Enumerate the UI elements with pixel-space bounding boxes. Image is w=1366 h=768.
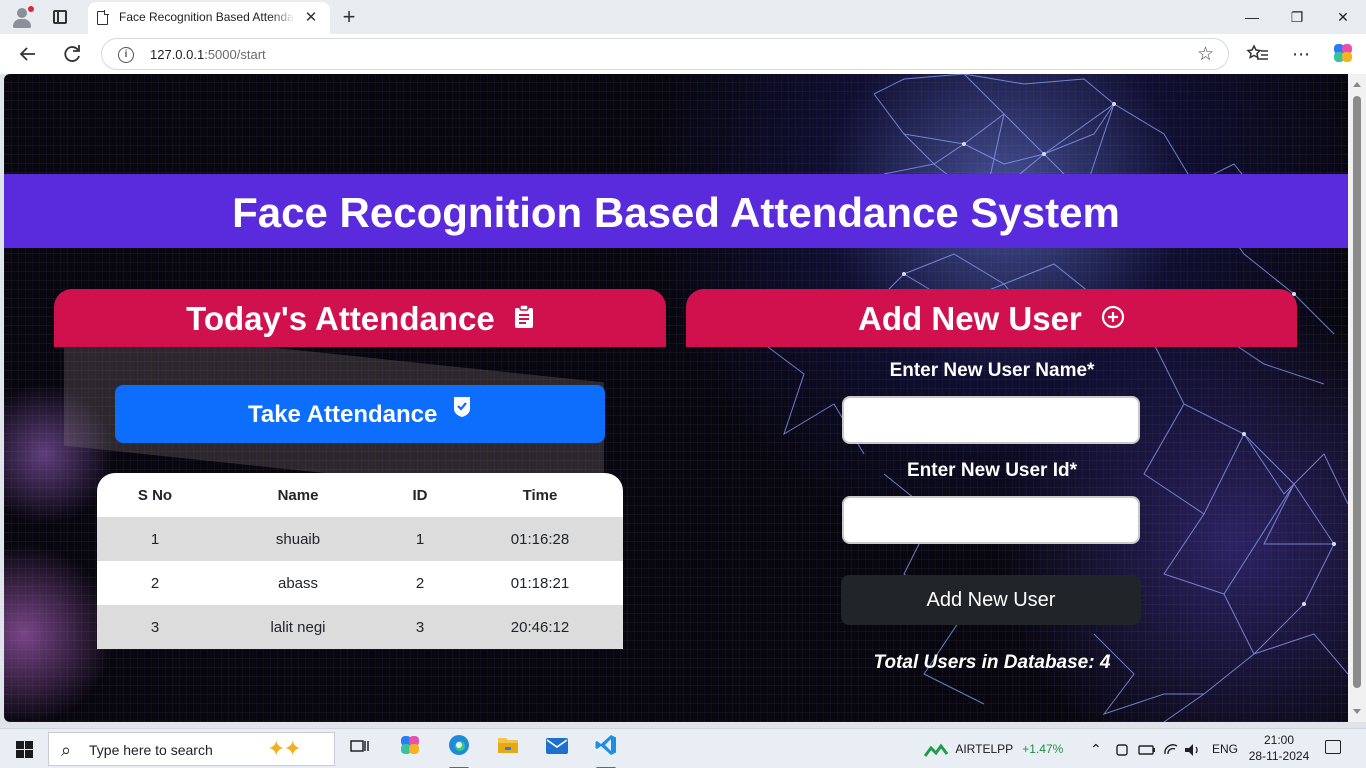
user-name-input[interactable] (842, 396, 1140, 444)
notification-icon[interactable] (1325, 740, 1341, 754)
take-attendance-button[interactable]: Take Attendance (115, 385, 605, 443)
table-row: 2 abass 2 01:18:21 (97, 561, 623, 605)
mail-icon[interactable] (537, 733, 577, 767)
favorites-icon[interactable] (1245, 41, 1271, 67)
star-icon[interactable]: ☆ (1197, 43, 1214, 66)
page-icon (97, 10, 109, 25)
scroll-up-icon[interactable] (1353, 82, 1361, 87)
shield-check-icon (452, 381, 472, 441)
attendance-table: S No Name ID Time 1 shuaib 1 01:16:28 2 … (97, 473, 623, 649)
cell-sno: 3 (97, 605, 213, 649)
clipboard-check-icon (514, 288, 534, 348)
scroll-thumb[interactable] (1353, 96, 1361, 688)
column-header-sno: S No (97, 473, 213, 517)
url-text: 127.0.0.1:5000/start (150, 47, 266, 62)
cell-sno: 1 (97, 517, 213, 561)
column-header-name: Name (213, 473, 383, 517)
refresh-icon[interactable] (59, 41, 85, 67)
search-icon: ⌕ (61, 740, 72, 760)
add-user-panel-header: Add New User (686, 289, 1297, 347)
user-id-input[interactable] (842, 496, 1140, 544)
copilot-app-icon[interactable] (390, 733, 430, 767)
column-header-id: ID (383, 473, 457, 517)
new-tab-button[interactable]: + (338, 4, 360, 30)
cell-id: 1 (383, 517, 457, 561)
attendance-panel-header: Today's Attendance (54, 289, 666, 347)
user-name-label: Enter New User Name* (889, 360, 1095, 381)
windows-start-icon[interactable] (16, 741, 33, 758)
network-status[interactable]: AIRTELPP +1.47% (923, 729, 1064, 768)
cell-name: abass (213, 561, 383, 605)
cell-name: shuaib (213, 517, 383, 561)
file-explorer-icon[interactable] (488, 733, 528, 767)
close-window-button[interactable]: ✕ (1323, 4, 1363, 30)
network-name: AIRTELPP (955, 742, 1013, 756)
tab-actions-icon[interactable] (53, 10, 67, 24)
page-scrollbar[interactable] (1348, 74, 1366, 722)
restore-button[interactable]: ❐ (1277, 4, 1317, 30)
user-id-label: Enter New User Id* (907, 460, 1077, 481)
address-bar[interactable]: i 127.0.0.1:5000/start ☆ (101, 38, 1229, 70)
cell-id: 2 (383, 561, 457, 605)
total-users-text: Total Users in Database: 4 (873, 652, 1111, 673)
more-icon[interactable]: ⋯ (1288, 41, 1314, 67)
taskbar-search[interactable]: ⌕ Type here to search ✦✦ (48, 732, 335, 766)
table-row: 3 lalit negi 3 20:46:12 (97, 605, 623, 649)
cell-id: 3 (383, 605, 457, 649)
browser-tab[interactable]: Face Recognition Based Attendance System… (88, 2, 330, 34)
browser-toolbar: i 127.0.0.1:5000/start ☆ ⋯ (0, 34, 1366, 74)
page-header-band: Face Recognition Based Attendance System (4, 174, 1348, 248)
cell-time: 01:18:21 (457, 561, 623, 605)
copilot-icon[interactable] (1330, 41, 1356, 67)
back-icon[interactable] (15, 41, 41, 67)
browser-tab-strip: Face Recognition Based Attendance System… (0, 0, 1366, 34)
edge-icon[interactable] (439, 733, 479, 768)
clock-time: 21:00 (1263, 733, 1295, 747)
search-placeholder: Type here to search (89, 742, 213, 758)
scroll-down-icon[interactable] (1353, 709, 1361, 714)
minimize-button[interactable]: — (1232, 4, 1272, 30)
taskbar: ⌕ Type here to search ✦✦ AIRTELPP +1.47%… (0, 728, 1366, 768)
sparkle-icon: ✦✦ (267, 736, 302, 761)
profile-icon[interactable] (10, 6, 34, 28)
task-view-icon[interactable] (340, 733, 380, 767)
clock-date: 28-11-2024 (1248, 749, 1310, 763)
page-title: Face Recognition Based Attendance System (232, 189, 1120, 236)
cell-sno: 2 (97, 561, 213, 605)
add-user-heading: Add New User (858, 300, 1082, 337)
table-header-row: S No Name ID Time (97, 473, 623, 517)
attendance-heading: Today's Attendance (186, 300, 495, 337)
cell-name: lalit negi (213, 605, 383, 649)
close-tab-icon[interactable]: ✕ (302, 9, 320, 27)
system-clock[interactable]: 21:00 28-11-2024 (1243, 732, 1315, 764)
plus-circle-icon (1101, 288, 1125, 348)
page-viewport: Face Recognition Based Attendance System… (4, 74, 1348, 722)
column-header-time: Time (457, 473, 623, 517)
tab-title: Face Recognition Based Attendance System (119, 10, 295, 24)
cell-time: 01:16:28 (457, 517, 623, 561)
vscode-icon[interactable] (586, 733, 626, 768)
chevron-up-icon[interactable]: ⌃ (1090, 729, 1102, 768)
cell-time: 20:46:12 (457, 605, 623, 649)
table-row: 1 shuaib 1 01:16:28 (97, 517, 623, 561)
tray-icons (1115, 729, 1205, 768)
language-indicator[interactable]: ENG (1212, 729, 1238, 768)
network-change: +1.47% (1022, 742, 1064, 756)
info-icon[interactable]: i (118, 47, 134, 63)
add-new-user-button[interactable]: Add New User (841, 575, 1141, 625)
